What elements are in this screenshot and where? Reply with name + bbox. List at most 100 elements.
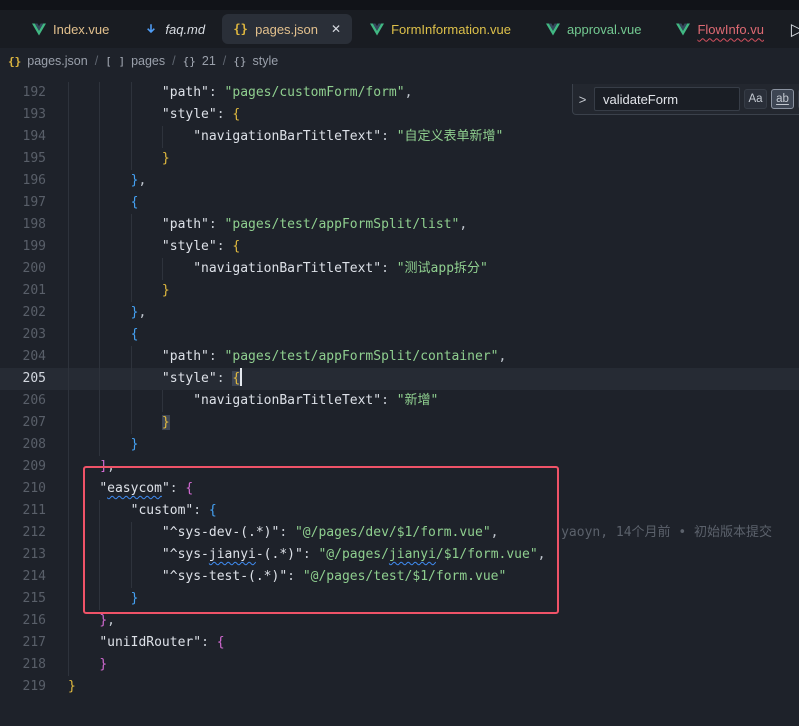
indent-guide xyxy=(131,346,132,368)
toggle-replace-chevron-icon[interactable]: > xyxy=(575,92,590,107)
indent-guide xyxy=(99,500,100,522)
line-number: 195 xyxy=(0,148,46,170)
indent-guide xyxy=(68,412,69,434)
line-content: } xyxy=(68,148,170,170)
tab-pages.json[interactable]: {}pages.json✕ xyxy=(222,14,352,44)
code-line-212[interactable]: 212 "^sys-dev-(.*)": "@/pages/dev/$1/for… xyxy=(0,522,799,544)
code-line-195[interactable]: 195 } xyxy=(0,148,799,170)
line-number: 202 xyxy=(0,302,46,324)
code-line-198[interactable]: 198 "path": "pages/test/appFormSplit/lis… xyxy=(0,214,799,236)
code-line-202[interactable]: 202 }, xyxy=(0,302,799,324)
line-number: 192 xyxy=(0,82,46,104)
line-content: "uniIdRouter": { xyxy=(68,632,225,654)
line-number: 205 xyxy=(0,368,46,390)
indent-guide xyxy=(99,544,100,566)
line-number: 219 xyxy=(0,676,46,698)
close-tab-icon[interactable]: ✕ xyxy=(331,23,341,35)
tab-label: approval.vue xyxy=(567,22,641,37)
line-number: 204 xyxy=(0,346,46,368)
breadcrumb-item-21[interactable]: {}21 xyxy=(183,54,216,68)
line-content: "navigationBarTitleText": "测试app拆分" xyxy=(68,258,488,280)
code-line-210[interactable]: 210 "easycom": { xyxy=(0,478,799,500)
indent-guide xyxy=(68,104,69,126)
json-file-icon: {} xyxy=(8,55,21,68)
tab-approval.vue[interactable]: approval.vue xyxy=(528,14,658,44)
breadcrumb-item-pages[interactable]: [ ]pages xyxy=(105,54,165,68)
symbol-icon: [ ] xyxy=(105,55,125,68)
code-line-215[interactable]: 215 } xyxy=(0,588,799,610)
match-case-button[interactable]: Aa xyxy=(744,89,767,109)
find-input[interactable] xyxy=(594,87,740,111)
indent-guide xyxy=(131,544,132,566)
indent-guide xyxy=(131,258,132,280)
indent-guide xyxy=(131,214,132,236)
code-line-197[interactable]: 197 { xyxy=(0,192,799,214)
indent-guide xyxy=(131,566,132,588)
indent-guide xyxy=(68,522,69,544)
indent-guide xyxy=(131,280,132,302)
line-number: 200 xyxy=(0,258,46,280)
code-line-211[interactable]: 211 "custom": { xyxy=(0,500,799,522)
tab-label: FlowInfo.vu xyxy=(697,22,763,37)
symbol-icon: {} xyxy=(233,55,246,68)
indent-guide xyxy=(68,434,69,456)
tab-FlowInfo.vu[interactable]: FlowInfo.vu xyxy=(658,14,780,44)
vue-icon xyxy=(545,22,560,37)
code-line-201[interactable]: 201 } xyxy=(0,280,799,302)
breadcrumb-label: 21 xyxy=(202,54,216,68)
tab-overflow-icon[interactable]: ▷ xyxy=(791,20,799,40)
code-line-196[interactable]: 196 }, xyxy=(0,170,799,192)
indent-guide xyxy=(68,654,69,676)
line-number: 199 xyxy=(0,236,46,258)
indent-guide xyxy=(68,324,69,346)
find-widget: > Aa ab .* xyxy=(572,84,799,115)
indent-guide xyxy=(99,522,100,544)
indent-guide xyxy=(99,104,100,126)
code-line-194[interactable]: 194 "navigationBarTitleText": "自定义表单新增" xyxy=(0,126,799,148)
code-line-208[interactable]: 208 } xyxy=(0,434,799,456)
code-line-209[interactable]: 209 ], xyxy=(0,456,799,478)
tab-Index.vue[interactable]: Index.vue xyxy=(14,14,126,44)
code-line-204[interactable]: 204 "path": "pages/test/appFormSplit/con… xyxy=(0,346,799,368)
line-number: 211 xyxy=(0,500,46,522)
whole-word-button[interactable]: ab xyxy=(771,89,794,109)
code-line-217[interactable]: 217 "uniIdRouter": { xyxy=(0,632,799,654)
indent-guide xyxy=(99,566,100,588)
indent-guide xyxy=(68,368,69,390)
indent-guide xyxy=(131,368,132,390)
line-content: { xyxy=(68,324,138,346)
line-content: "path": "pages/test/appFormSplit/contain… xyxy=(68,346,506,368)
line-number: 201 xyxy=(0,280,46,302)
breadcrumb-separator: / xyxy=(172,54,175,68)
tab-label: pages.json xyxy=(255,22,318,37)
code-line-203[interactable]: 203 { xyxy=(0,324,799,346)
line-number: 213 xyxy=(0,544,46,566)
line-number: 218 xyxy=(0,654,46,676)
indent-guide xyxy=(99,346,100,368)
indent-guide xyxy=(162,258,163,280)
tab-faq.md[interactable]: faq.md xyxy=(126,14,222,44)
code-line-219[interactable]: 219} xyxy=(0,676,799,698)
code-line-200[interactable]: 200 "navigationBarTitleText": "测试app拆分" xyxy=(0,258,799,280)
editor[interactable]: 192 "path": "pages/customForm/form",193 … xyxy=(0,74,799,726)
indent-guide xyxy=(68,302,69,324)
indent-guide xyxy=(99,588,100,610)
indent-guide xyxy=(68,500,69,522)
breadcrumb-item-pages.json[interactable]: {}pages.json xyxy=(8,54,88,68)
code-line-214[interactable]: 214 "^sys-test-(.*)": "@/pages/test/$1/f… xyxy=(0,566,799,588)
line-number: 216 xyxy=(0,610,46,632)
code-line-207[interactable]: 207 } xyxy=(0,412,799,434)
line-content: } xyxy=(68,588,138,610)
code-area[interactable]: 192 "path": "pages/customForm/form",193 … xyxy=(0,82,799,698)
code-line-205[interactable]: 205 "style": { xyxy=(0,368,799,390)
line-content: } xyxy=(68,654,107,676)
code-line-216[interactable]: 216 }, xyxy=(0,610,799,632)
code-line-213[interactable]: 213 "^sys-jianyi-(.*)": "@/pages/jianyi/… xyxy=(0,544,799,566)
breadcrumb-item-style[interactable]: {}style xyxy=(233,54,278,68)
code-line-199[interactable]: 199 "style": { xyxy=(0,236,799,258)
code-line-206[interactable]: 206 "navigationBarTitleText": "新增" xyxy=(0,390,799,412)
line-content: ], xyxy=(68,456,115,478)
indent-guide xyxy=(99,126,100,148)
tab-FormInformation.vue[interactable]: FormInformation.vue xyxy=(352,14,528,44)
code-line-218[interactable]: 218 } xyxy=(0,654,799,676)
